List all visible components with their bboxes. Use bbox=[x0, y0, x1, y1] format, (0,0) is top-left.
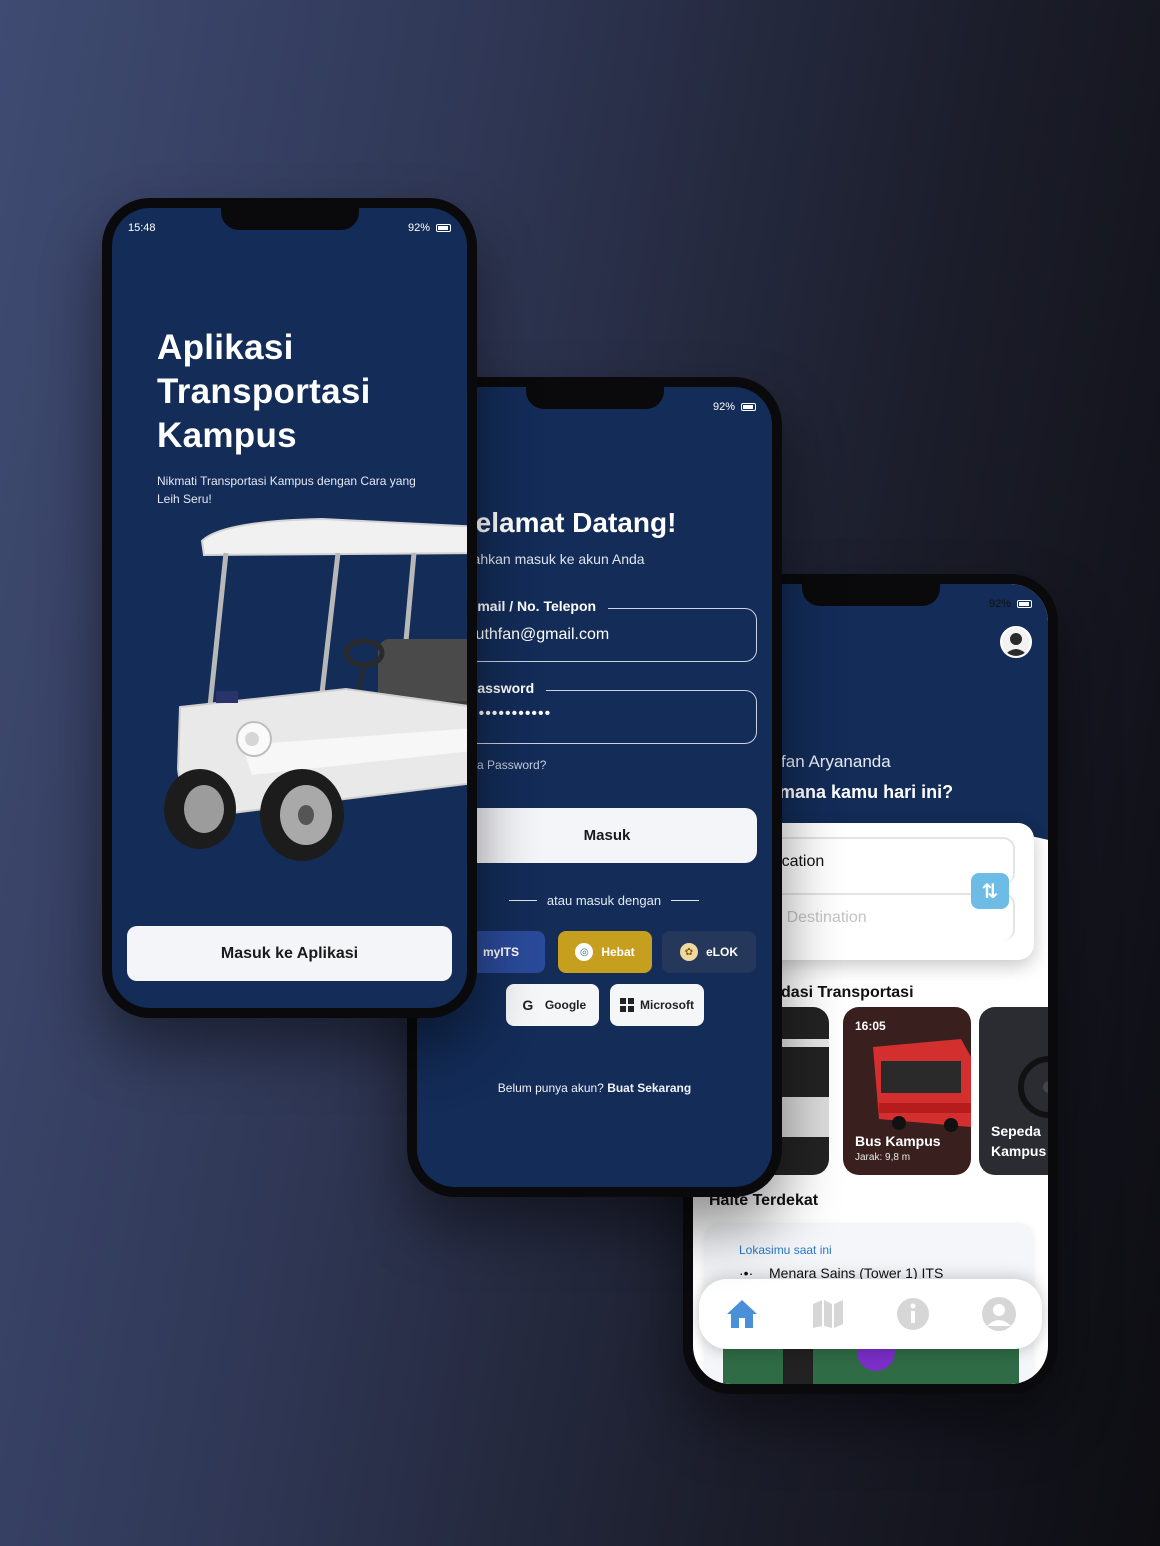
bus-distance: Jarak: 9,8 m bbox=[855, 1152, 911, 1163]
google-login-button[interactable]: G Google bbox=[506, 984, 599, 1026]
password-value[interactable]: •••••••••••• bbox=[472, 705, 551, 723]
info-icon bbox=[897, 1298, 930, 1330]
hebat-icon: ◎ bbox=[575, 943, 594, 961]
title-line: Kampus bbox=[157, 416, 297, 455]
nav-info[interactable] bbox=[893, 1294, 933, 1334]
divider-line bbox=[671, 900, 700, 901]
battery-icon bbox=[436, 224, 451, 232]
microsoft-login-button[interactable]: Microsoft bbox=[610, 984, 704, 1026]
status-battery: 92% bbox=[408, 222, 451, 234]
hebat-login-button[interactable]: ◎ Hebat bbox=[558, 931, 652, 973]
title-line: Aplikasi bbox=[157, 328, 294, 367]
register-row: Belum punya akun? Buat Sekarang bbox=[417, 1081, 772, 1095]
bike-name: Sepeda Kampus bbox=[991, 1123, 1047, 1159]
google-label: Google bbox=[544, 998, 587, 1012]
home-icon bbox=[726, 1300, 757, 1328]
welcome-title: Selamat Datang! bbox=[457, 507, 677, 538]
enter-app-button[interactable]: Masuk ke Aplikasi bbox=[127, 926, 452, 981]
status-battery: 92% bbox=[989, 598, 1032, 610]
notch bbox=[525, 387, 664, 409]
current-location-label: Lokasimu saat ini bbox=[739, 1243, 832, 1257]
register-text: Belum punya akun? bbox=[497, 1081, 604, 1095]
battery-icon bbox=[1017, 600, 1032, 608]
map-icon bbox=[812, 1300, 843, 1328]
battery-icon bbox=[741, 403, 756, 411]
email-field[interactable]: Email / No. Telepon luthfan@gmail.com bbox=[457, 598, 757, 662]
login-button[interactable]: Masuk bbox=[457, 808, 757, 863]
battery-percent: 92% bbox=[712, 401, 735, 413]
battery-percent: 92% bbox=[407, 222, 430, 234]
myits-label: myITS bbox=[482, 945, 519, 959]
app-subtitle: Nikmati Transportasi Kampus dengan Cara … bbox=[157, 474, 416, 506]
password-label: Password bbox=[468, 680, 547, 696]
elok-label: eLOK bbox=[705, 945, 738, 959]
golf-cart-illustration bbox=[164, 517, 467, 861]
bottom-nav bbox=[699, 1279, 1042, 1349]
transport-card-bike[interactable]: Sepeda Kampus bbox=[979, 1007, 1048, 1175]
elok-login-button[interactable]: ✿ eLOK bbox=[662, 931, 756, 973]
nav-profile[interactable] bbox=[979, 1294, 1019, 1334]
user-icon bbox=[1004, 633, 1028, 656]
status-time: 15:48 bbox=[128, 222, 156, 234]
google-icon: G bbox=[522, 997, 534, 1013]
microsoft-label: Microsoft bbox=[640, 998, 694, 1012]
nav-home[interactable] bbox=[722, 1294, 762, 1334]
profile-icon bbox=[982, 1297, 1017, 1331]
app-title: Aplikasi Transportasi Kampus bbox=[157, 326, 371, 458]
bus-name: Bus Kampus bbox=[855, 1133, 941, 1149]
email-label: Email / No. Telepon bbox=[468, 598, 609, 614]
notch bbox=[801, 584, 940, 606]
welcome-subtitle: Silahkan masuk ke akun Anda bbox=[457, 551, 645, 567]
transport-card-bus[interactable]: 16:05 Bus Kampus Jarak: 9,8 m bbox=[843, 1007, 971, 1175]
nav-map[interactable] bbox=[808, 1294, 848, 1334]
divider-line bbox=[509, 900, 537, 901]
or-divider: atau masuk dengan bbox=[509, 893, 700, 908]
password-field[interactable]: Password •••••••••••• bbox=[457, 680, 757, 744]
swap-icon: ⇅ bbox=[981, 880, 999, 903]
status-battery: 92% bbox=[713, 401, 756, 413]
battery-percent: 92% bbox=[988, 598, 1011, 610]
or-label: atau masuk dengan bbox=[546, 893, 662, 908]
hebat-label: Hebat bbox=[601, 945, 635, 959]
bus-time: 16:05 bbox=[855, 1019, 886, 1033]
phone-welcome: 15:48 92% Aplikasi Transportasi Kampus N… bbox=[102, 198, 477, 1018]
swap-route-button[interactable]: ⇅ bbox=[971, 873, 1009, 909]
microsoft-icon bbox=[620, 998, 634, 1012]
email-value[interactable]: luthfan@gmail.com bbox=[472, 626, 609, 644]
notch bbox=[220, 208, 359, 230]
profile-avatar[interactable] bbox=[1000, 626, 1032, 658]
register-link[interactable]: Buat Sekarang bbox=[607, 1081, 691, 1095]
welcome-screen: 15:48 92% Aplikasi Transportasi Kampus N… bbox=[112, 208, 467, 1008]
elok-icon: ✿ bbox=[679, 943, 698, 961]
title-line: Transportasi bbox=[157, 372, 371, 411]
